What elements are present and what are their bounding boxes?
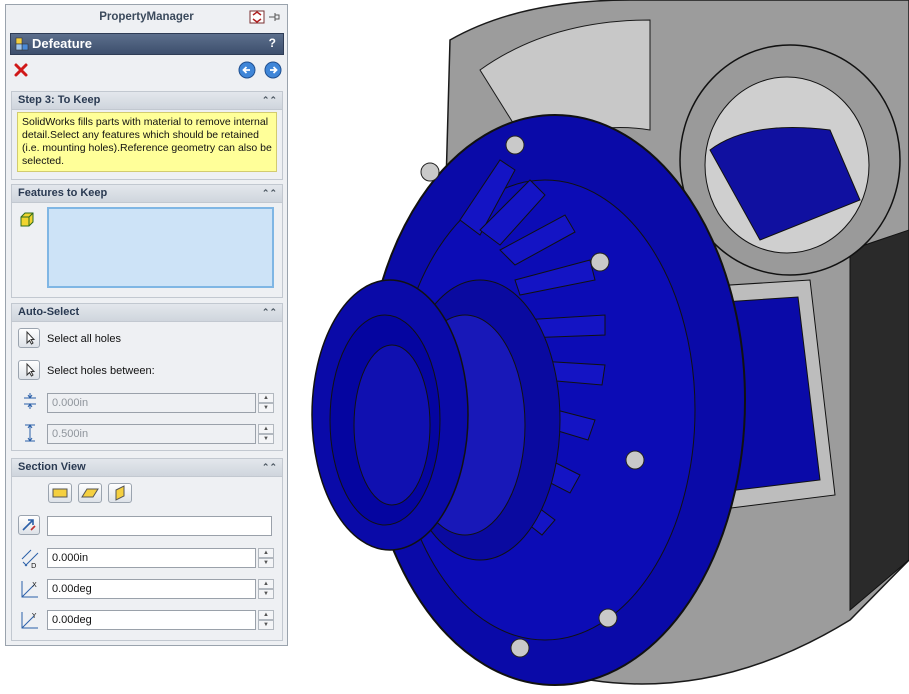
feature-name: Defeature — [32, 36, 92, 51]
offset-distance-spinner[interactable]: ▲ ▼ — [258, 548, 274, 568]
select-holes-between-label: Select holes between: — [47, 365, 155, 377]
y-rotation-spinner[interactable]: ▲ ▼ — [258, 610, 274, 630]
cursor-icon — [26, 330, 36, 345]
right-plane-icon — [115, 485, 125, 501]
property-manager-panel: PropertyManager Defeature ? Step 3: To K… — [5, 4, 288, 646]
section-view-title: Section View — [18, 461, 86, 473]
offset-distance-icon: D — [21, 549, 39, 569]
min-hole-size-field[interactable]: 0.000in — [47, 393, 256, 413]
auto-select-title: Auto-Select — [18, 306, 80, 318]
svg-text:D: D — [31, 562, 36, 569]
cancel-icon[interactable] — [13, 62, 29, 78]
step3-title: Step 3: To Keep — [18, 94, 101, 106]
step3-group: Step 3: To Keep ⌃⌃ SolidWorks fills part… — [11, 91, 283, 180]
max-hole-size-spinner[interactable]: ▲ ▼ — [258, 424, 274, 444]
select-all-holes-button[interactable] — [18, 328, 40, 348]
auto-select-header[interactable]: Auto-Select ⌃⌃ — [12, 304, 282, 322]
auto-select-group: Auto-Select ⌃⌃ Select all holes Select h… — [11, 303, 283, 451]
features-to-keep-list[interactable] — [47, 207, 274, 288]
collapse-chevron-icon[interactable]: ⌃⌃ — [262, 185, 277, 202]
panel-title-icons — [249, 10, 281, 24]
right-plane-button[interactable] — [108, 483, 132, 503]
panel-title: PropertyManager — [99, 11, 194, 23]
min-hole-size-spinner[interactable]: ▲ ▼ — [258, 393, 274, 413]
expand-panel-icon[interactable] — [249, 10, 265, 24]
reference-arrow-icon — [22, 519, 36, 531]
y-rotation-icon: Y — [21, 612, 38, 629]
step3-header[interactable]: Step 3: To Keep ⌃⌃ — [12, 92, 282, 110]
cursor-icon — [26, 362, 36, 377]
collapse-chevron-icon[interactable]: ⌃⌃ — [262, 92, 277, 109]
housing-side-shadow — [849, 229, 909, 612]
x-rotation-icon: X — [21, 581, 38, 598]
collapse-chevron-icon[interactable]: ⌃⌃ — [262, 304, 277, 321]
step3-message: SolidWorks fills parts with material to … — [17, 112, 277, 172]
section-view-header[interactable]: Section View ⌃⌃ — [12, 459, 282, 477]
front-plane-icon — [52, 488, 68, 498]
part-cube-icon — [20, 212, 34, 227]
front-plane-button[interactable] — [48, 483, 72, 503]
max-diameter-icon — [25, 424, 35, 442]
y-rotation-field[interactable]: 0.00deg — [47, 610, 256, 630]
features-to-keep-header[interactable]: Features to Keep ⌃⌃ — [12, 185, 282, 203]
max-hole-size-field[interactable]: 0.500in — [47, 424, 256, 444]
offset-distance-field[interactable]: 0.000in — [47, 548, 256, 568]
select-holes-between-button[interactable] — [18, 360, 40, 380]
min-diameter-icon — [24, 393, 36, 409]
features-to-keep-title: Features to Keep — [18, 187, 108, 199]
svg-text:X: X — [32, 581, 37, 589]
reference-selection-button[interactable] — [18, 515, 40, 535]
forward-arrow-icon[interactable] — [264, 61, 282, 79]
svg-text:Y: Y — [31, 612, 37, 620]
top-plane-icon — [81, 488, 99, 498]
back-arrow-icon[interactable] — [238, 61, 256, 79]
x-rotation-spinner[interactable]: ▲ ▼ — [258, 579, 274, 599]
section-reference-field[interactable] — [47, 516, 272, 536]
collapse-chevron-icon[interactable]: ⌃⌃ — [262, 459, 277, 476]
model-viewport[interactable] — [290, 0, 909, 694]
top-plane-button[interactable] — [78, 483, 102, 503]
pin-icon[interactable] — [267, 10, 281, 24]
defeature-icon — [15, 37, 29, 51]
features-to-keep-group: Features to Keep ⌃⌃ — [11, 184, 283, 298]
section-view-group: Section View ⌃⌃ D 0.000in ▲ ▼ X 0.00deg … — [11, 458, 283, 641]
feature-header: Defeature ? — [10, 33, 284, 55]
x-rotation-field[interactable]: 0.00deg — [47, 579, 256, 599]
select-all-holes-label: Select all holes — [47, 333, 121, 345]
inlet-bore — [353, 344, 431, 506]
help-button[interactable]: ? — [269, 36, 276, 50]
